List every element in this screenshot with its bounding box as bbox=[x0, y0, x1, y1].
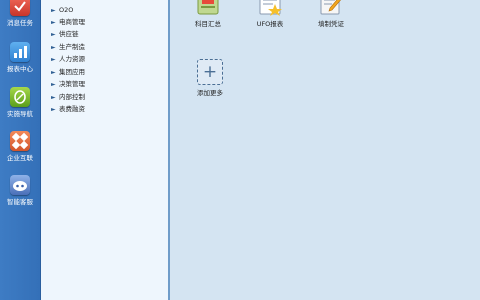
menu-item-group[interactable]: ► 集团应用 bbox=[51, 67, 85, 78]
menu-item-label: 供应链 bbox=[59, 30, 79, 38]
menu-item-financing[interactable]: ► 表费融资 bbox=[51, 104, 85, 115]
tile-label: UFO报表 bbox=[256, 20, 284, 28]
menu-item-ecommerce[interactable]: ► 电商管理 bbox=[51, 17, 85, 28]
sidebar-item-label: 实施导航 bbox=[7, 110, 33, 118]
sidebar-item-reports[interactable]: 报表中心 bbox=[0, 42, 40, 73]
chevron-right-icon: ► bbox=[51, 69, 56, 76]
chevron-right-icon: ► bbox=[51, 106, 56, 113]
tile-ledger-summary[interactable]: 科目汇总 bbox=[184, 0, 232, 28]
sidebar-item-label: 报表中心 bbox=[7, 65, 33, 73]
add-icon: + bbox=[197, 59, 223, 85]
chevron-right-icon: ► bbox=[51, 81, 56, 88]
menu-item-internal-control[interactable]: ► 内部控制 bbox=[51, 92, 85, 103]
chevron-right-icon: ► bbox=[51, 31, 56, 38]
enterprise-link-icon bbox=[10, 131, 30, 151]
menu-item-label: 集团应用 bbox=[59, 68, 85, 76]
chevron-right-icon: ► bbox=[51, 94, 56, 101]
menu-item-label: 电商管理 bbox=[59, 18, 85, 26]
plus-symbol: + bbox=[202, 62, 218, 82]
menu-item-label: 内部控制 bbox=[59, 93, 85, 101]
menu-item-label: 决策管理 bbox=[59, 80, 85, 88]
voucher-edit-icon bbox=[318, 0, 344, 16]
menu-item-hr[interactable]: ► 人力资源 bbox=[51, 54, 85, 65]
menu-item-manufacturing[interactable]: ► 生产制造 bbox=[51, 42, 85, 53]
left-sidebar: 消息任务 报表中心 实施导航 企业互联 智能客服 bbox=[0, 0, 41, 300]
sidebar-item-enterprise[interactable]: 企业互联 bbox=[0, 131, 40, 162]
tile-label: 科目汇总 bbox=[195, 20, 221, 28]
chevron-right-icon: ► bbox=[51, 19, 56, 26]
add-more-button[interactable]: + 添加更多 bbox=[186, 59, 234, 97]
chevron-right-icon: ► bbox=[51, 7, 56, 14]
sidebar-item-label: 消息任务 bbox=[7, 19, 33, 27]
menu-tree-panel: ► O2O ► 电商管理 ► 供应链 ► 生产制造 ► 人力资源 ► 集团应用 ► 决策管理 … bbox=[41, 0, 170, 300]
report-chart-icon bbox=[10, 42, 30, 62]
menu-item-supply-chain[interactable]: ► 供应链 bbox=[51, 29, 79, 40]
add-more-label: 添加更多 bbox=[197, 89, 223, 97]
sidebar-item-label: 企业互联 bbox=[7, 154, 33, 162]
menu-item-label: 表费融资 bbox=[59, 105, 85, 113]
menu-item-decision[interactable]: ► 决策管理 bbox=[51, 79, 85, 90]
chevron-right-icon: ► bbox=[51, 56, 56, 63]
sidebar-item-label: 智能客服 bbox=[7, 198, 33, 206]
menu-item-label: 生产制造 bbox=[59, 43, 85, 51]
navigation-icon bbox=[10, 87, 30, 107]
sidebar-item-tasks[interactable]: 消息任务 bbox=[0, 0, 40, 27]
menu-item-label: O2O bbox=[59, 6, 74, 14]
ledger-summary-icon bbox=[195, 0, 221, 16]
sidebar-item-navigation[interactable]: 实施导航 bbox=[0, 87, 40, 118]
main-content: 科目汇总 UFO报表 填制凭证 + 添加更多 bbox=[171, 0, 480, 300]
tile-ufo-report[interactable]: UFO报表 bbox=[246, 0, 294, 28]
service-robot-icon bbox=[10, 175, 30, 195]
tile-label: 填制凭证 bbox=[318, 20, 344, 28]
menu-item-label: 人力资源 bbox=[59, 55, 85, 63]
chevron-right-icon: ► bbox=[51, 44, 56, 51]
menu-item-o2o[interactable]: ► O2O bbox=[51, 5, 73, 16]
tile-voucher-edit[interactable]: 填制凭证 bbox=[307, 0, 355, 28]
ufo-report-icon bbox=[257, 0, 283, 16]
sidebar-item-service[interactable]: 智能客服 bbox=[0, 175, 40, 206]
task-icon bbox=[10, 0, 30, 16]
